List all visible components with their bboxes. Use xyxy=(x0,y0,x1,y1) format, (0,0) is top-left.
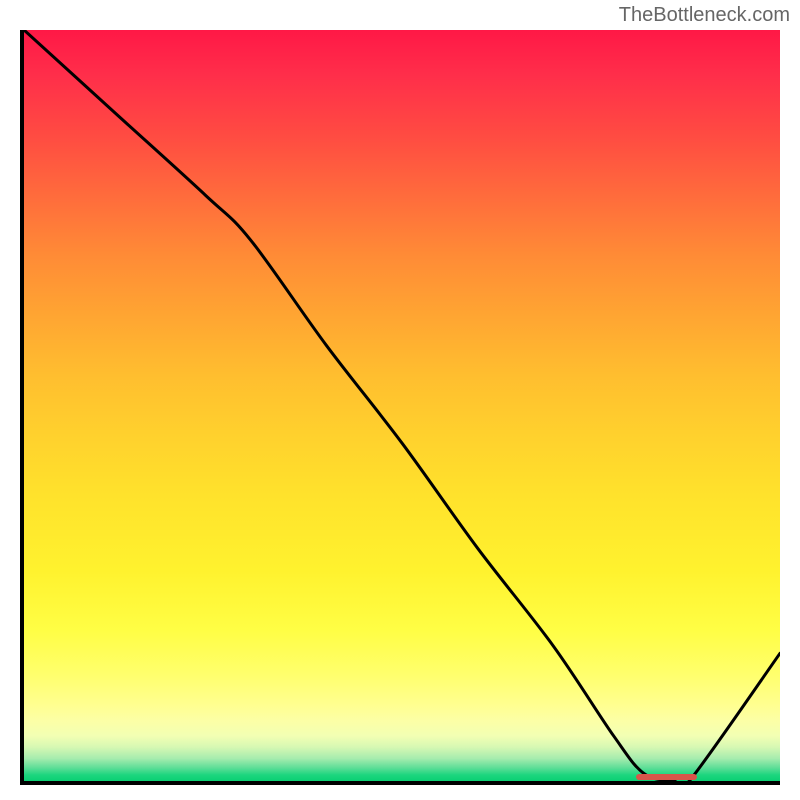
watermark-text: TheBottleneck.com xyxy=(619,4,790,27)
chart-frame xyxy=(20,30,780,785)
plot-area xyxy=(24,30,780,781)
chart-curve xyxy=(24,30,780,781)
marker-bar xyxy=(636,774,696,780)
